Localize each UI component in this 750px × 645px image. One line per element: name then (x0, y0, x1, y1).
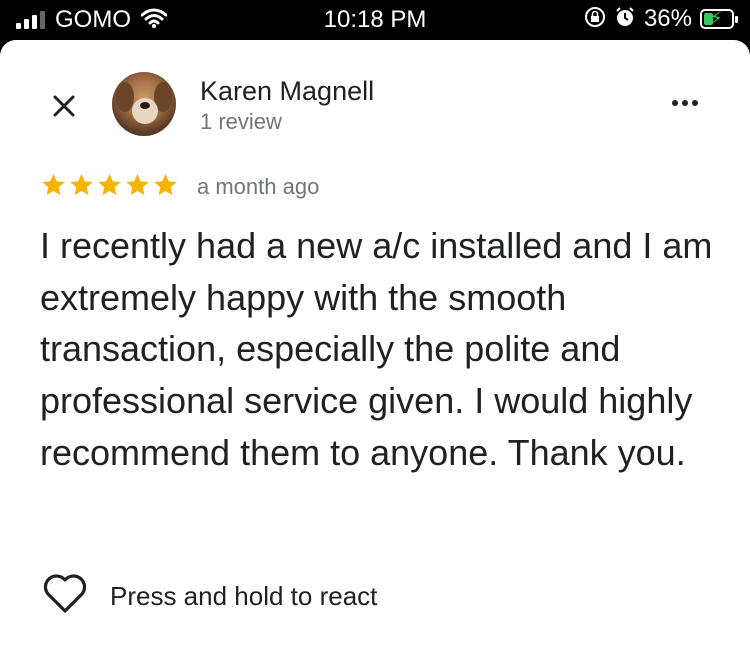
signal-icon (16, 11, 45, 29)
alarm-icon (614, 6, 636, 33)
heart-icon[interactable] (42, 574, 88, 619)
battery-percent: 36% (643, 5, 692, 32)
react-button[interactable]: Press and hold to react (42, 574, 377, 619)
star-icon (42, 174, 65, 196)
star-rating (40, 172, 179, 199)
star-icon (126, 174, 149, 196)
star-icon (98, 174, 121, 196)
rotation-lock-icon (584, 6, 606, 33)
react-label: Press and hold to react (110, 581, 378, 611)
close-icon[interactable] (42, 84, 86, 128)
status-right: 36% ⚡ (584, 5, 738, 33)
avatar[interactable] (112, 72, 176, 136)
wifi-icon (140, 8, 168, 33)
review-time: a month ago (197, 174, 320, 199)
reviewer-meta: 1 review (200, 109, 282, 134)
star-icon (70, 174, 93, 196)
status-left: GOMO (16, 6, 168, 34)
reviewer-name[interactable]: Karen Magnell (200, 76, 374, 107)
carrier-name: GOMO (55, 6, 131, 33)
review-sheet: Karen Magnell 1 review a month ago I rec… (0, 40, 750, 645)
battery-charging-icon: ⚡ (700, 8, 738, 29)
status-bar: GOMO 10:18 PM 36% ⚡ (0, 0, 750, 40)
star-icon (154, 174, 177, 196)
more-options-icon[interactable] (663, 88, 707, 118)
review-text: I recently had a new a/c installed and I… (40, 225, 713, 473)
